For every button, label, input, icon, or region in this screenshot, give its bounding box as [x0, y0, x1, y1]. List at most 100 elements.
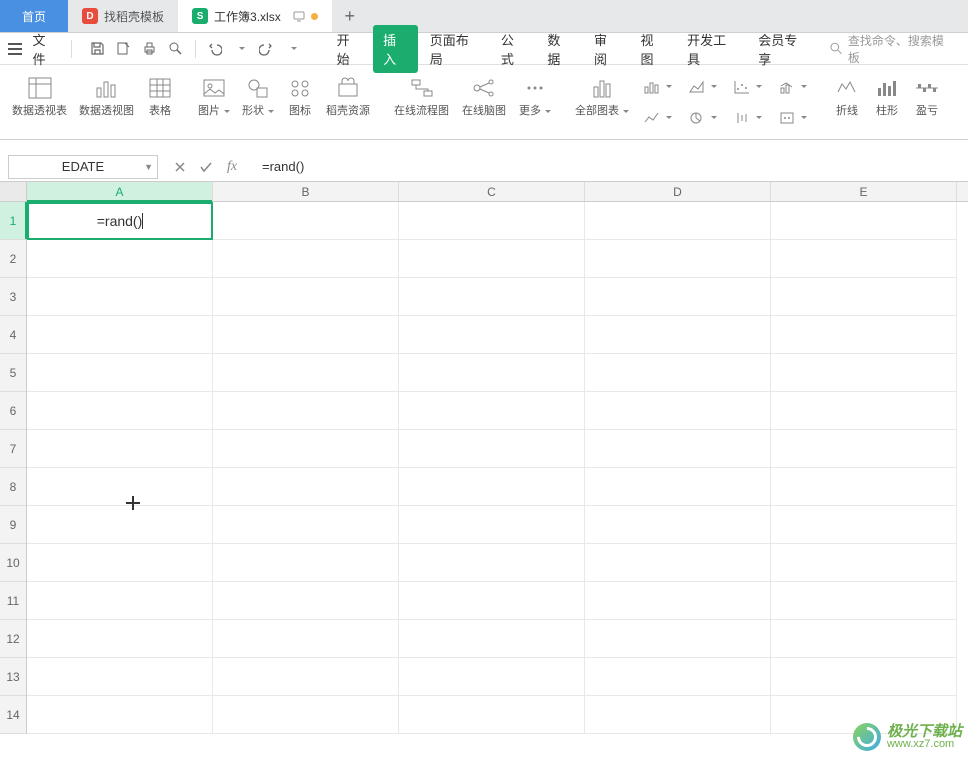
- cell-B3[interactable]: [213, 278, 399, 316]
- row-header-10[interactable]: 10: [0, 544, 26, 582]
- cell-B6[interactable]: [213, 392, 399, 430]
- fx-button[interactable]: fx: [220, 155, 244, 179]
- textbox-button[interactable]: A文本: [959, 69, 968, 135]
- cell-C3[interactable]: [399, 278, 585, 316]
- cell-D11[interactable]: [585, 582, 771, 620]
- more-chart-small[interactable]: [774, 108, 811, 128]
- cell-D6[interactable]: [585, 392, 771, 430]
- chevron-down-icon[interactable]: ▼: [144, 162, 153, 172]
- column-header-C[interactable]: C: [399, 182, 585, 201]
- sparkline-col-button[interactable]: 柱形: [867, 69, 907, 135]
- row-header-4[interactable]: 4: [0, 316, 26, 354]
- cell-E13[interactable]: [771, 658, 957, 696]
- cell-A2[interactable]: [27, 240, 213, 278]
- save-button[interactable]: [87, 38, 109, 60]
- resource-button[interactable]: 稻壳资源: [320, 69, 376, 135]
- cell-A10[interactable]: [27, 544, 213, 582]
- column-header-B[interactable]: B: [213, 182, 399, 201]
- tab-workbook[interactable]: S 工作簿3.xlsx: [178, 0, 332, 32]
- cell-B11[interactable]: [213, 582, 399, 620]
- active-cell-editor[interactable]: =rand(): [27, 202, 213, 240]
- cell-E10[interactable]: [771, 544, 957, 582]
- bar-chart-small[interactable]: [639, 77, 676, 97]
- hamburger-menu[interactable]: [6, 43, 24, 55]
- cell-D2[interactable]: [585, 240, 771, 278]
- name-box[interactable]: EDATE ▼: [8, 155, 158, 179]
- cell-B7[interactable]: [213, 430, 399, 468]
- print-button[interactable]: [139, 38, 161, 60]
- cell-D5[interactable]: [585, 354, 771, 392]
- cell-B9[interactable]: [213, 506, 399, 544]
- cell-A13[interactable]: [27, 658, 213, 696]
- more-button[interactable]: 更多: [513, 69, 557, 135]
- cell-E5[interactable]: [771, 354, 957, 392]
- table-button[interactable]: 表格: [140, 69, 180, 135]
- redo-dropdown[interactable]: [282, 38, 304, 60]
- ribbon-tab-1[interactable]: 插入: [373, 25, 418, 73]
- tab-home[interactable]: 首页: [0, 0, 68, 32]
- row-header-6[interactable]: 6: [0, 392, 26, 430]
- cell-B14[interactable]: [213, 696, 399, 734]
- new-button[interactable]: [113, 38, 135, 60]
- row-header-13[interactable]: 13: [0, 658, 26, 696]
- cell-C6[interactable]: [399, 392, 585, 430]
- cell-C7[interactable]: [399, 430, 585, 468]
- cell-D7[interactable]: [585, 430, 771, 468]
- cell-D1[interactable]: [585, 202, 771, 240]
- area-chart-small[interactable]: [684, 77, 721, 97]
- cell-B12[interactable]: [213, 620, 399, 658]
- shapes-button[interactable]: 形状: [236, 69, 280, 135]
- column-header-E[interactable]: E: [771, 182, 957, 201]
- cell-E6[interactable]: [771, 392, 957, 430]
- cell-E8[interactable]: [771, 468, 957, 506]
- cell-C2[interactable]: [399, 240, 585, 278]
- picture-button[interactable]: 图片: [192, 69, 236, 135]
- select-all-corner[interactable]: [0, 182, 27, 201]
- cell-B4[interactable]: [213, 316, 399, 354]
- scatter-chart-small[interactable]: [729, 77, 766, 97]
- ribbon-tab-4[interactable]: 数据: [537, 25, 582, 73]
- cell-C10[interactable]: [399, 544, 585, 582]
- cell-E11[interactable]: [771, 582, 957, 620]
- ribbon-tab-3[interactable]: 公式: [491, 25, 536, 73]
- cell-A9[interactable]: [27, 506, 213, 544]
- cell-E4[interactable]: [771, 316, 957, 354]
- row-header-9[interactable]: 9: [0, 506, 26, 544]
- cell-D4[interactable]: [585, 316, 771, 354]
- pie-chart-small[interactable]: [684, 108, 721, 128]
- row-header-12[interactable]: 12: [0, 620, 26, 658]
- ribbon-tab-0[interactable]: 开始: [327, 25, 372, 73]
- row-header-1[interactable]: 1: [0, 202, 26, 240]
- formula-cancel-button[interactable]: [168, 155, 192, 179]
- file-menu[interactable]: 文件: [27, 30, 64, 68]
- cell-C1[interactable]: [399, 202, 585, 240]
- cell-B5[interactable]: [213, 354, 399, 392]
- cell-B8[interactable]: [213, 468, 399, 506]
- cell-D10[interactable]: [585, 544, 771, 582]
- combo-chart-small[interactable]: [774, 77, 811, 97]
- cell-E9[interactable]: [771, 506, 957, 544]
- cell-C12[interactable]: [399, 620, 585, 658]
- line-chart-small[interactable]: [639, 108, 676, 128]
- cell-A8[interactable]: [27, 468, 213, 506]
- sparkline-line-button[interactable]: 折线: [827, 69, 867, 135]
- row-header-14[interactable]: 14: [0, 696, 26, 734]
- cell-C11[interactable]: [399, 582, 585, 620]
- formula-accept-button[interactable]: [194, 155, 218, 179]
- cell-D3[interactable]: [585, 278, 771, 316]
- icons-button[interactable]: 图标: [280, 69, 320, 135]
- ribbon-tab-6[interactable]: 视图: [631, 25, 676, 73]
- cell-A3[interactable]: [27, 278, 213, 316]
- print-preview-button[interactable]: [165, 38, 187, 60]
- all-charts-button[interactable]: 全部图表: [569, 69, 635, 135]
- row-header-3[interactable]: 3: [0, 278, 26, 316]
- undo-dropdown[interactable]: [230, 38, 252, 60]
- ribbon-tab-7[interactable]: 开发工具: [677, 25, 746, 73]
- tab-template[interactable]: D 找稻壳模板: [68, 0, 178, 32]
- cell-C8[interactable]: [399, 468, 585, 506]
- cell-D9[interactable]: [585, 506, 771, 544]
- flowchart-button[interactable]: 在线流程图: [388, 69, 455, 135]
- pivot-chart-button[interactable]: 数据透视图: [73, 69, 140, 135]
- cell-D13[interactable]: [585, 658, 771, 696]
- ribbon-tab-2[interactable]: 页面布局: [420, 25, 489, 73]
